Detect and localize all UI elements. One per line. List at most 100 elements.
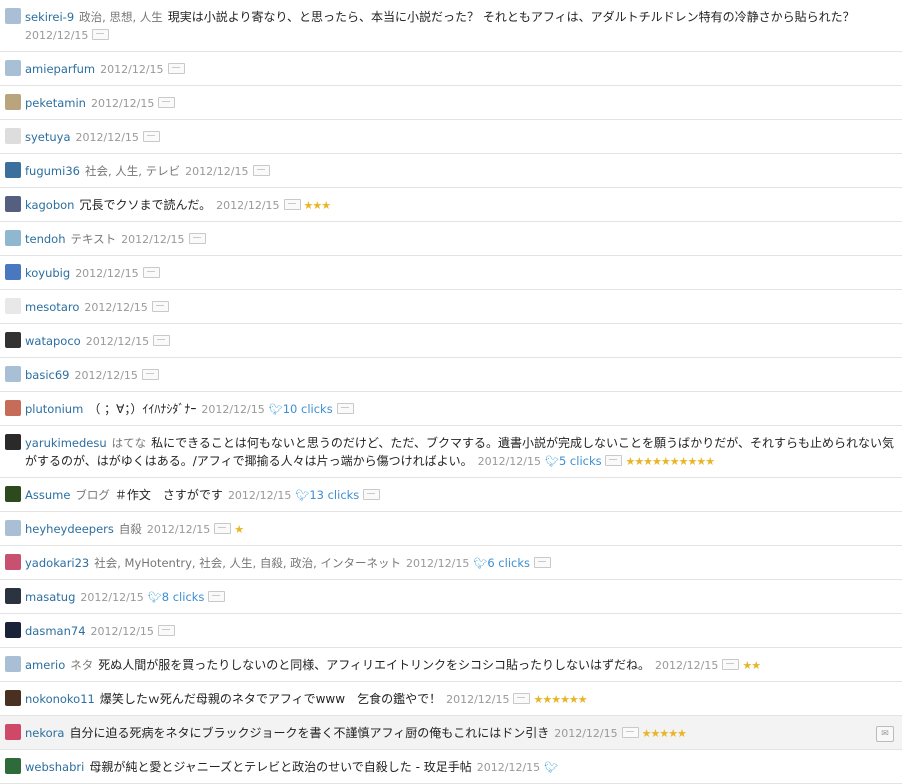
bookmark-icon[interactable] [214, 523, 232, 534]
twitter-bird-icon[interactable]: 🐦︎ [545, 455, 559, 468]
avatar[interactable] [5, 724, 21, 740]
bookmark-date[interactable]: 2012/12/15 [86, 335, 149, 348]
bookmark-date[interactable]: 2012/12/15 [554, 727, 617, 740]
avatar[interactable] [5, 622, 21, 638]
bookmark-icon[interactable] [363, 489, 381, 500]
twitter-clicks[interactable]: 6 clicks [487, 556, 530, 570]
username-link[interactable]: heyheydeepers [25, 522, 114, 536]
username-link[interactable]: yadokari23 [25, 556, 89, 570]
avatar[interactable] [5, 94, 21, 110]
bookmark-icon[interactable] [283, 199, 301, 210]
username-link[interactable]: tendoh [25, 232, 66, 246]
username-link[interactable]: basic69 [25, 368, 70, 382]
username-link[interactable]: nokonoko11 [25, 692, 95, 706]
username-link[interactable]: masatug [25, 590, 75, 604]
avatar[interactable] [5, 520, 21, 536]
bookmark-icon[interactable] [722, 659, 740, 670]
tag-list[interactable]: ネタ [70, 658, 93, 672]
avatar[interactable] [5, 298, 21, 314]
bookmark-icon[interactable] [142, 131, 160, 142]
tag-list[interactable]: 政治, 思想, 人生 [79, 10, 163, 24]
bookmark-icon[interactable] [605, 455, 623, 466]
bookmark-date[interactable]: 2012/12/15 [201, 403, 264, 416]
bookmark-date[interactable]: 2012/12/15 [91, 625, 154, 638]
bookmark-date[interactable]: 2012/12/15 [84, 301, 147, 314]
bookmark-icon[interactable] [151, 301, 169, 312]
bookmark-date[interactable]: 2012/12/15 [121, 233, 184, 246]
bookmark-date[interactable]: 2012/12/15 [100, 63, 163, 76]
star-icon[interactable]: ★★ [742, 659, 761, 672]
avatar[interactable] [5, 690, 21, 706]
avatar[interactable] [5, 60, 21, 76]
bookmark-date[interactable]: 2012/12/15 [147, 523, 210, 536]
bookmark-date[interactable]: 2012/12/15 [477, 761, 540, 774]
username-link[interactable]: fugumi36 [25, 164, 80, 178]
bookmark-date[interactable]: 2012/12/15 [228, 489, 291, 502]
star-icon[interactable]: ★★★★★★★★★★ [625, 455, 715, 468]
bookmark-date[interactable]: 2012/12/15 [75, 267, 138, 280]
avatar[interactable] [5, 588, 21, 604]
tag-list[interactable]: テキスト [71, 232, 117, 246]
avatar[interactable] [5, 332, 21, 348]
bookmark-icon[interactable] [336, 403, 354, 414]
username-link[interactable]: plutonium [25, 402, 83, 416]
username-link[interactable]: webshabri [25, 760, 84, 774]
bookmark-icon[interactable] [153, 335, 171, 346]
username-link[interactable]: Assume [25, 488, 70, 502]
bookmark-date[interactable]: 2012/12/15 [80, 591, 143, 604]
bookmark-icon[interactable] [92, 29, 110, 40]
comment-toggle-icon[interactable]: ✉ [876, 726, 894, 742]
star-icon[interactable]: ★ [234, 523, 244, 536]
avatar[interactable] [5, 162, 21, 178]
twitter-clicks[interactable]: 5 clicks [559, 454, 602, 468]
username-link[interactable]: mesotaro [25, 300, 79, 314]
avatar[interactable] [5, 486, 21, 502]
bookmark-icon[interactable] [167, 63, 185, 74]
bookmark-date[interactable]: 2012/12/15 [185, 165, 248, 178]
bookmark-date[interactable]: 2012/12/15 [216, 199, 279, 212]
twitter-bird-icon[interactable]: 🐦︎ [473, 557, 487, 570]
avatar[interactable] [5, 434, 21, 450]
bookmark-icon[interactable] [208, 591, 226, 602]
star-icon[interactable]: ★★★ [304, 199, 332, 212]
bookmark-icon[interactable] [513, 693, 531, 704]
twitter-bird-icon[interactable]: 🐦︎ [269, 403, 283, 416]
twitter-clicks[interactable]: 10 clicks [283, 402, 333, 416]
avatar[interactable] [5, 264, 21, 280]
bookmark-date[interactable]: 2012/12/15 [91, 97, 154, 110]
avatar[interactable] [5, 128, 21, 144]
twitter-bird-icon[interactable]: 🐦︎ [544, 761, 558, 774]
avatar[interactable] [5, 656, 21, 672]
username-link[interactable]: sekirei-9 [25, 10, 74, 24]
username-link[interactable]: nekora [25, 726, 64, 740]
username-link[interactable]: watapoco [25, 334, 81, 348]
bookmark-icon[interactable] [142, 267, 160, 278]
twitter-bird-icon[interactable]: 🐦︎ [295, 489, 309, 502]
tag-list[interactable]: 社会, 人生, テレビ [85, 164, 180, 178]
tag-list[interactable]: 自殺 [119, 522, 142, 536]
avatar[interactable] [5, 554, 21, 570]
bookmark-icon[interactable] [158, 97, 176, 108]
username-link[interactable]: koyubig [25, 266, 70, 280]
bookmark-date[interactable]: 2012/12/15 [478, 455, 541, 468]
username-link[interactable]: peketamin [25, 96, 86, 110]
twitter-clicks[interactable]: 13 clicks [309, 488, 359, 502]
bookmark-date[interactable]: 2012/12/15 [446, 693, 509, 706]
username-link[interactable]: amerio [25, 658, 65, 672]
username-link[interactable]: syetuya [25, 130, 71, 144]
bookmark-icon[interactable] [141, 369, 159, 380]
avatar[interactable] [5, 230, 21, 246]
star-icon[interactable]: ★★★★★★ [533, 693, 587, 706]
bookmark-date[interactable]: 2012/12/15 [25, 29, 88, 42]
username-link[interactable]: dasman74 [25, 624, 86, 638]
tag-list[interactable]: 社会, MyHotentry, 社会, 人生, 自殺, 政治, インターネット [94, 556, 401, 570]
avatar[interactable] [5, 366, 21, 382]
twitter-clicks[interactable]: 8 clicks [162, 590, 205, 604]
avatar[interactable] [5, 196, 21, 212]
avatar[interactable] [5, 758, 21, 774]
avatar[interactable] [5, 8, 21, 24]
bookmark-icon[interactable] [533, 557, 551, 568]
bookmark-date[interactable]: 2012/12/15 [76, 131, 139, 144]
bookmark-icon[interactable] [188, 233, 206, 244]
username-link[interactable]: kagobon [25, 198, 74, 212]
